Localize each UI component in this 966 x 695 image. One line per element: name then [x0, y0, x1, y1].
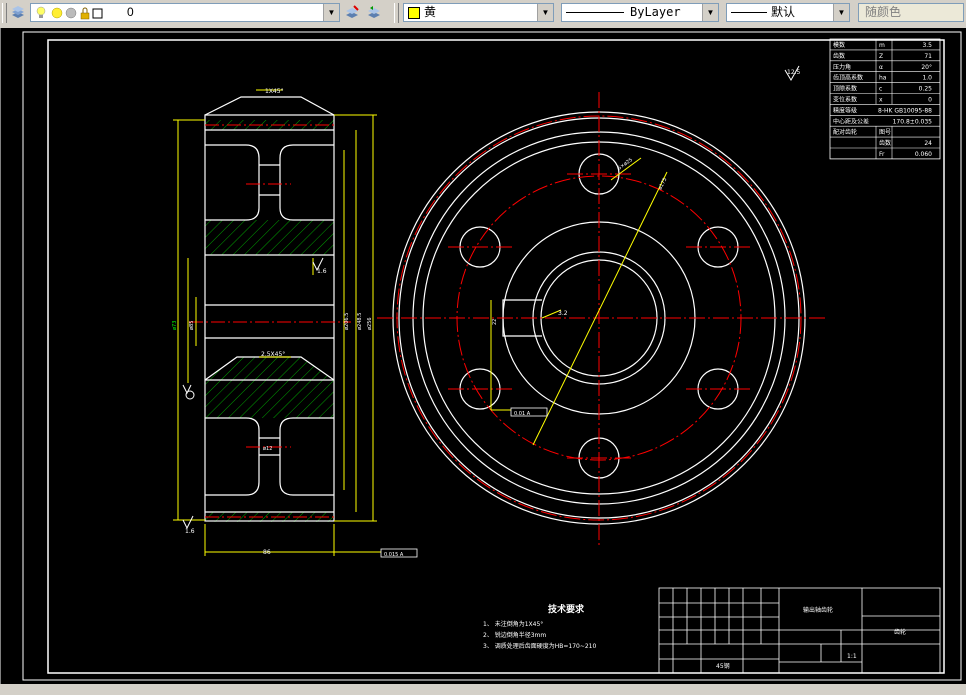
note-line-1: 1、 未注倒角为1X45°	[483, 620, 543, 628]
circle-dim-label: ø175	[657, 177, 668, 191]
color-name: 黄	[424, 5, 437, 19]
chevron-down-icon[interactable]: ▼	[537, 4, 553, 21]
sheet-inner-border	[47, 39, 945, 674]
param-value: 0	[928, 97, 932, 104]
layer-combo[interactable]: 0 ▼	[30, 3, 340, 22]
chevron-down-icon[interactable]: ▼	[702, 4, 718, 21]
param-name: 变位系数	[833, 96, 857, 104]
linetype-combo[interactable]: ByLayer ▼	[561, 3, 719, 22]
lineweight-combo[interactable]: 默认 ▼	[726, 3, 850, 22]
tolerance-frame-left-text: 0.01 A	[514, 411, 531, 417]
param-symbol: 齿数	[879, 139, 891, 147]
roughness-top-right: 12.5	[787, 69, 801, 76]
param-name: 精度等级	[833, 106, 857, 114]
section-view: 1X45° 2.5X45° 86 1.6 1.6 ø12 ø73 ø85 ø20…	[172, 88, 418, 558]
note-line-2: 2、 锐边倒角半径3mm	[483, 631, 546, 639]
properties-toolbar: 0 ▼ 黄 ▼ ByLayer ▼ 默认 ▼ 随颜色	[0, 0, 966, 29]
hatch-upper-web	[205, 220, 334, 255]
linetype-sample	[566, 12, 624, 13]
param-value: 24	[924, 140, 932, 147]
roughness-side-2: 1.6	[185, 528, 195, 535]
mid-chamfer-label: 2.5X45°	[261, 351, 285, 358]
lineweight-name: 默认	[771, 5, 796, 19]
toolbar-grip[interactable]	[394, 3, 399, 23]
param-symbol: ha	[879, 75, 887, 82]
param-name: 模数	[833, 41, 845, 49]
roughness-keyway: 3.2	[558, 310, 568, 317]
dia-label-1: ø206.5	[344, 313, 350, 330]
roughness-side-1: 1.6	[317, 268, 327, 275]
param-value: 8-HK GB10095-88	[878, 107, 932, 114]
param-symbol: Fr	[879, 151, 885, 158]
param-symbol: 图号	[879, 129, 891, 136]
sheet-outer-border	[22, 31, 962, 681]
color-combo[interactable]: 黄 ▼	[403, 3, 554, 22]
dia-label-4: ø73	[172, 321, 178, 330]
top-chamfer-label: 1X45°	[265, 88, 284, 95]
technical-notes: 技术要求 1、 未注倒角为1X45° 2、 锐边倒角半径3mm 3、 调质处理后…	[483, 603, 596, 650]
layer-previous-icon[interactable]	[366, 5, 382, 21]
param-symbol: m	[879, 42, 885, 49]
param-name: 齿数	[833, 52, 845, 60]
make-object-layer-current-icon[interactable]	[344, 5, 360, 21]
plotstyle-name: 随颜色	[865, 5, 902, 19]
notes-title: 技术要求	[548, 603, 585, 615]
param-symbol: α	[879, 64, 883, 71]
hole-dim-label: ø12	[263, 446, 272, 452]
param-name: 中心距及公差	[833, 117, 869, 125]
status-bar	[0, 684, 966, 695]
part-name: 输出轴齿轮	[803, 606, 833, 614]
chevron-down-icon[interactable]: ▼	[833, 4, 849, 21]
param-value: 0.25	[919, 86, 933, 93]
layer-manager-icon[interactable]	[10, 5, 26, 21]
scale: 1:1	[847, 653, 857, 660]
plotstyle-combo: 随颜色	[858, 3, 964, 22]
width-dim-label: 86	[263, 549, 271, 556]
param-name: 配对齿轮	[833, 128, 857, 136]
param-symbol: c	[879, 86, 882, 93]
param-value: 3.5	[922, 42, 932, 49]
param-name: 顶隙系数	[833, 85, 857, 93]
layer-name: 0	[127, 5, 134, 19]
linetype-name: ByLayer	[630, 5, 681, 19]
front-view: 6×ø25 ø175 22 3.2 0.01 A	[377, 92, 826, 545]
general-roughness: 12.5	[784, 65, 801, 81]
param-value: 0.060	[915, 151, 932, 158]
gear-parameters-table: 模数 m 3.5 齿数 Z 71 压力角 α 20° 齿顶高系数 ha 1.0 顶隙系数 c 0.25 变位系…	[829, 38, 941, 160]
chevron-down-icon[interactable]: ▼	[323, 4, 339, 21]
material: 45钢	[716, 662, 730, 670]
param-value: 1.0	[922, 75, 932, 82]
param-symbol: Z	[879, 53, 883, 60]
layer-state-icons	[36, 6, 103, 20]
drawing-no: 齿轮	[894, 628, 906, 636]
drawing-svg: 1X45° 2.5X45° 86 1.6 1.6 ø12 ø73 ø85 ø20…	[22, 31, 962, 681]
toolbar-grip[interactable]	[2, 3, 7, 23]
dia-label-3: ø256	[367, 317, 373, 330]
param-name: 齿顶高系数	[833, 74, 863, 82]
note-line-3: 3、 调质处理后齿面硬度为HB=170~210	[483, 642, 596, 650]
param-symbol: x	[879, 97, 883, 104]
dia-label-5: ø85	[189, 321, 195, 330]
param-value: 71	[924, 53, 932, 60]
tolerance-frame-bottom-text: 0.015 A	[384, 552, 404, 558]
hatch-top-rim	[205, 120, 334, 130]
param-value: 170.8±0.035	[893, 118, 933, 125]
color-swatch	[408, 7, 420, 19]
drawing-canvas[interactable]: 1X45° 2.5X45° 86 1.6 1.6 ø12 ø73 ø85 ø20…	[0, 28, 966, 684]
lineweight-sample	[731, 12, 767, 13]
param-value: 20°	[921, 64, 932, 71]
dia-label-2: ø248.5	[357, 313, 363, 330]
param-name: 压力角	[833, 63, 851, 71]
keyway-width-label: 22	[492, 319, 498, 325]
